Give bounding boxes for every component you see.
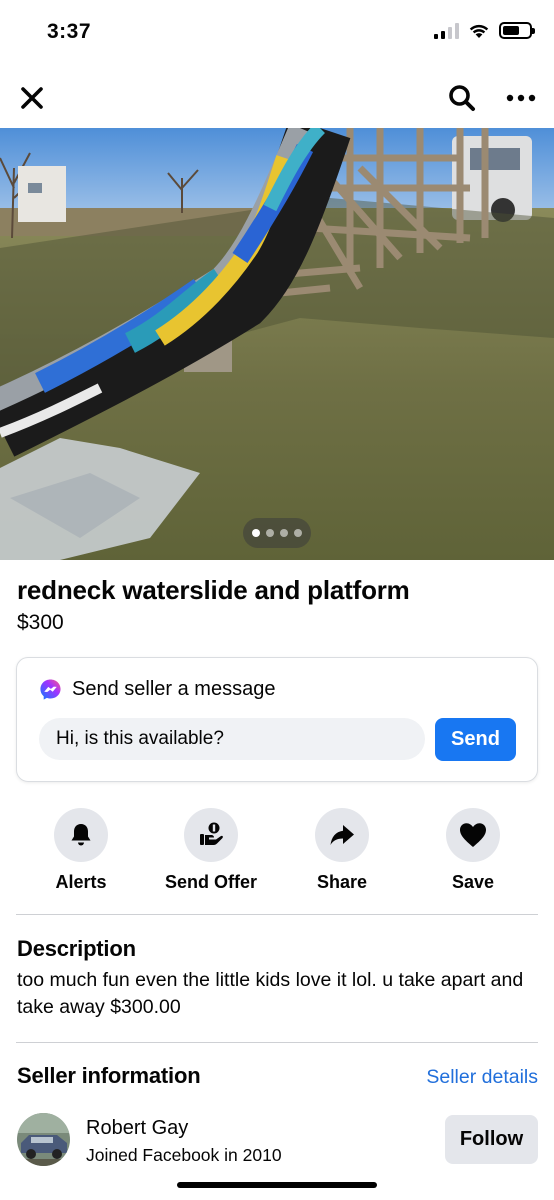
offer-icon [200, 822, 223, 845]
save-button[interactable]: Save [408, 808, 538, 893]
pager-dot[interactable] [280, 529, 288, 537]
seller-avatar-photo [17, 1113, 70, 1166]
message-heading-label: Send seller a message [72, 678, 276, 700]
listing-title: redneck waterslide and platform [17, 575, 410, 605]
pager-dot[interactable] [266, 529, 274, 537]
wifi-icon [469, 24, 489, 38]
alerts-icon-circle[interactable] [54, 808, 108, 862]
search-icon [449, 85, 475, 111]
send-offer-button[interactable]: Send Offer [146, 808, 276, 893]
description-text: too much fun even the little kids love i… [17, 969, 524, 1018]
message-input[interactable] [39, 718, 425, 760]
divider [16, 914, 538, 915]
close-button[interactable] [10, 76, 54, 120]
share-label: Share [316, 872, 368, 892]
top-nav [0, 66, 554, 128]
avatar[interactable] [17, 1113, 70, 1166]
bell-icon [71, 824, 91, 846]
follow-button[interactable]: Follow [445, 1115, 538, 1164]
seller-info-heading: Seller information [17, 1063, 201, 1088]
status-time: 3:37 [47, 20, 92, 43]
divider [16, 1042, 538, 1043]
status-bar: 3:37 [0, 0, 554, 66]
pager-dot[interactable] [252, 529, 260, 537]
share-icon [330, 825, 354, 845]
message-heading: Send seller a message [39, 678, 275, 701]
message-card: Send seller a message Send [16, 657, 538, 782]
waterslide-photo [0, 128, 554, 560]
send-button[interactable]: Send [435, 718, 516, 761]
signal-icon [434, 22, 459, 39]
messenger-icon [40, 679, 61, 700]
close-icon [21, 87, 43, 109]
status-icons [434, 22, 535, 39]
share-icon-circle[interactable] [315, 808, 369, 862]
alerts-button[interactable]: Alerts [16, 808, 146, 893]
battery-icon [499, 22, 535, 39]
save-label: Save [451, 872, 495, 892]
search-button[interactable] [440, 76, 484, 120]
save-icon-circle[interactable] [446, 808, 500, 862]
listing-photo[interactable] [0, 128, 554, 560]
send-offer-label: Send Offer [164, 872, 257, 892]
heart-icon [460, 823, 486, 847]
seller-name[interactable]: Robert Gay [86, 1117, 188, 1140]
alerts-label: Alerts [55, 872, 107, 892]
description-heading: Description [17, 936, 136, 961]
share-button[interactable]: Share [277, 808, 407, 893]
seller-joined: Joined Facebook in 2010 [86, 1145, 282, 1165]
action-bar: Alerts Send Offer Share Save [0, 808, 554, 898]
photo-pager[interactable] [243, 518, 311, 548]
pager-dot[interactable] [294, 529, 302, 537]
send-offer-icon-circle[interactable] [184, 808, 238, 862]
seller-details-link[interactable]: Seller details [426, 1066, 538, 1089]
more-icon [506, 94, 536, 102]
listing-price: $300 [17, 611, 64, 634]
home-indicator [177, 1182, 377, 1188]
more-button[interactable] [499, 76, 543, 120]
